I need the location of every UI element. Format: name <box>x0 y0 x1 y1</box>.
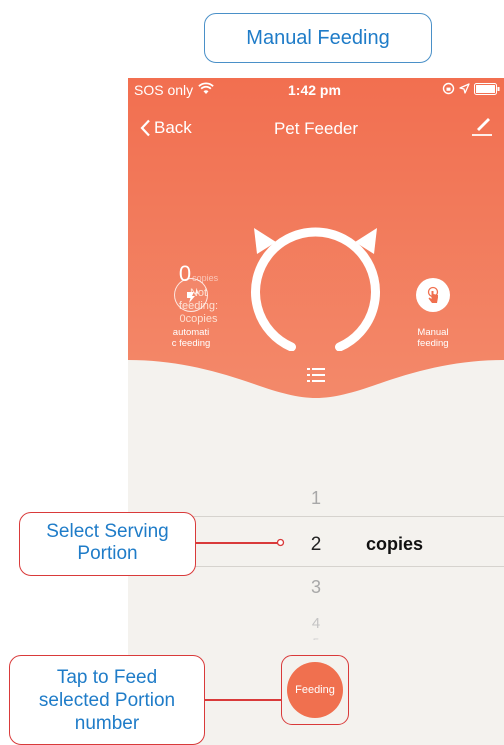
manual-feeding-label-line1: Manual <box>417 327 449 338</box>
select-serving-callout-line2: Portion <box>77 543 138 564</box>
feeding-status-line3: 0copies <box>179 313 218 325</box>
navigation-bar: Back Pet Feeder <box>128 118 504 142</box>
automatic-feeding-label: automati c feeding <box>156 327 226 349</box>
wifi-icon <box>198 82 214 94</box>
feeding-button[interactable]: Feeding <box>287 662 343 718</box>
manual-feeding-callout-text: Manual Feeding <box>246 27 390 49</box>
select-serving-callout: Select Serving Portion <box>19 512 196 576</box>
tap-to-feed-callout-line1: Tap to Feed <box>56 667 158 688</box>
tap-hand-icon <box>427 286 439 303</box>
manual-feeding-button[interactable] <box>416 278 450 312</box>
picker-option[interactable]: 5 <box>306 636 326 640</box>
battery-icon <box>474 82 500 95</box>
manual-feeding-label-line2: feeding <box>417 338 449 349</box>
carrier-label: SOS only <box>134 82 194 98</box>
select-serving-callout-line1: Select Serving <box>46 521 169 542</box>
automatic-feeding-label-line1: automati <box>172 327 210 338</box>
automatic-feeding-button[interactable]: A <box>174 278 208 312</box>
status-icons <box>442 82 500 95</box>
edit-icon[interactable] <box>470 114 494 138</box>
tap-to-feed-callout-line3: number <box>74 713 140 734</box>
picker-unit-label: copies <box>366 534 424 554</box>
picker-option[interactable]: 3 <box>306 577 326 598</box>
manual-feeding-callout: Manual Feeding <box>204 13 432 63</box>
select-serving-leader-line <box>196 542 278 544</box>
orientation-lock-icon <box>442 82 455 95</box>
leader-endpoint-icon <box>276 538 285 547</box>
manual-feeding-label: Manual feeding <box>398 327 468 349</box>
phone-screen: SOS only 1:42 pm Back Pet Feeder 0copies… <box>128 78 504 745</box>
picker-option-selected[interactable]: 2 <box>306 534 326 556</box>
location-icon <box>459 83 470 94</box>
auto-mode-icon: A <box>187 290 199 303</box>
tap-to-feed-callout-line2: selected Portion <box>38 690 176 711</box>
svg-text:A: A <box>195 290 199 296</box>
status-bar: SOS only 1:42 pm <box>128 78 504 102</box>
picker-option[interactable]: 4 <box>306 615 326 632</box>
picker-option[interactable]: 1 <box>306 488 326 509</box>
list-menu-icon[interactable] <box>305 366 327 384</box>
tap-to-feed-callout: Tap to Feed selected Portion number <box>9 655 205 745</box>
page-title: Pet Feeder <box>273 119 359 138</box>
status-time: 1:42 pm <box>288 82 341 98</box>
tap-to-feed-leader-line <box>205 699 282 701</box>
automatic-feeding-label-line2: c feeding <box>171 338 211 349</box>
